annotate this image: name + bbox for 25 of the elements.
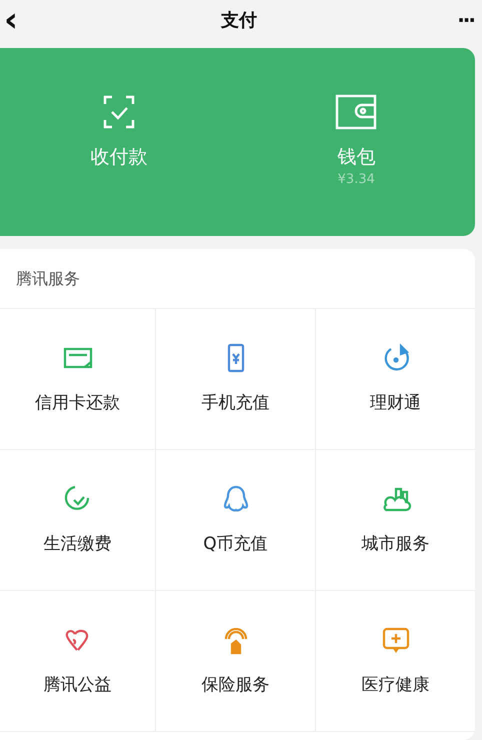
service-tile[interactable]: 保险服务 [156, 591, 316, 732]
service-label: Q币充值 [203, 533, 268, 555]
back-button[interactable]: ‹ [4, 0, 54, 40]
service-tile[interactable]: 医疗健康 [316, 591, 475, 732]
service-label: 保险服务 [202, 674, 270, 696]
service-label: 手机充值 [202, 392, 270, 414]
service-tile[interactable]: 手机充值 [156, 309, 316, 450]
service-label: 理财通 [370, 392, 421, 414]
balance-amount: ¥3.34 [338, 172, 375, 187]
service-tile[interactable]: 信用卡还款 [0, 309, 156, 450]
service-tile[interactable]: 腾讯公益 [0, 591, 156, 732]
service-tile[interactable]: 城市服务 [316, 450, 475, 591]
service-label: 医疗健康 [362, 674, 430, 696]
medical-chat-icon [380, 625, 410, 655]
service-tile[interactable]: Q币充值 [156, 450, 316, 591]
service-label: 生活缴费 [44, 533, 112, 555]
wallet-icon [334, 94, 378, 130]
service-label: 信用卡还款 [35, 392, 120, 414]
service-tile[interactable]: 生活缴费 [0, 450, 156, 591]
service-label: 城市服务 [362, 533, 430, 555]
page-title: 支付 [221, 9, 257, 32]
section-heading: 腾讯服务 [15, 268, 81, 290]
more-button[interactable]: ··· [424, 0, 474, 40]
service-tile[interactable]: 理财通 [316, 309, 475, 450]
service-label: 腾讯公益 [44, 674, 112, 696]
